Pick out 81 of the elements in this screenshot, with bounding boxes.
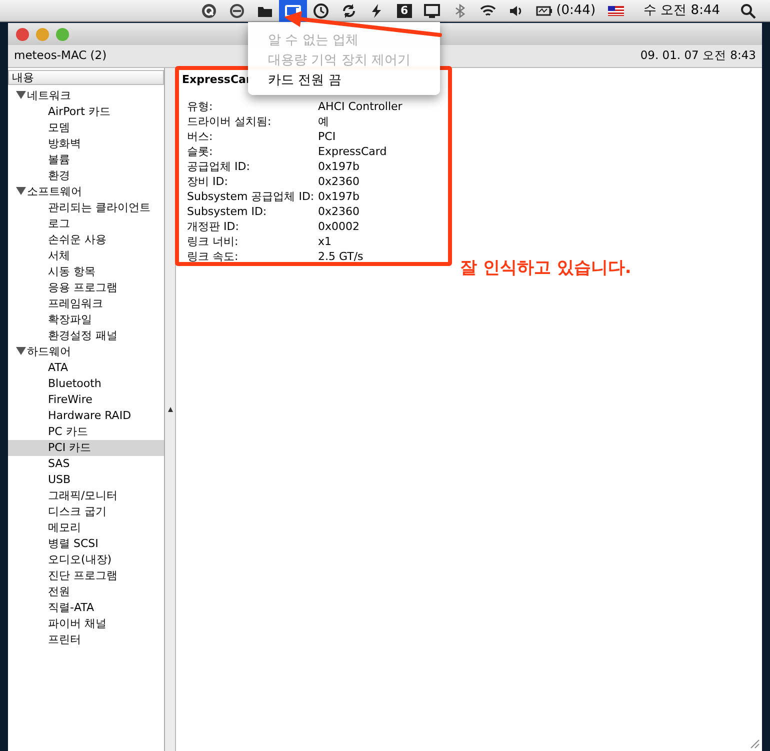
property-value: 0x2360 [318,204,361,219]
report-date: 09. 01. 07 오전 8:43 [640,47,756,64]
disclosure-triangle-icon[interactable] [16,347,26,355]
sidebar-category[interactable]: 네트워크 [27,89,71,102]
property-label: 장비 ID: [187,174,229,189]
property-label: Subsystem ID: [187,204,268,219]
sidebar-item[interactable]: 모뎀 [8,120,164,136]
status-number-icon[interactable]: 6 [396,4,412,18]
property-label: 슬롯: [187,144,214,159]
close-button[interactable] [16,28,29,40]
sidebar-item[interactable]: 관리되는 클라이언트 [8,200,164,216]
sidebar-item[interactable]: 전원 [8,584,164,600]
sidebar-item[interactable]: 직렬-ATA [8,600,164,616]
sidebar-item[interactable]: 프레임워크 [8,296,164,312]
expresscard-icon [284,2,301,18]
property-label: 개정판 ID: [187,219,240,234]
splitter-handle-icon[interactable] [168,407,172,412]
sidebar-item[interactable]: 프린터 [8,632,164,648]
sidebar-item[interactable]: PCI 카드 [8,440,164,456]
wifi-icon[interactable] [480,2,496,18]
sidebar-category[interactable]: 하드웨어 [27,345,71,358]
sidebar-item[interactable]: SAS [8,456,164,472]
sidebar-item[interactable]: 확장파일 [8,312,164,328]
menu-item: 대용량 기억 장치 제어기 [267,52,412,70]
property-value: 예 [318,114,330,129]
property-value: ExpressCard [318,144,388,159]
property-label: 링크 너비: [187,234,240,249]
sidebar-item[interactable]: 시동 항목 [8,264,164,280]
property-value: PCI [318,129,337,144]
sidebar-item[interactable]: 응용 프로그램 [8,280,164,296]
property-label: 공급업체 ID: [187,159,251,174]
menubar-clock[interactable]: 수 오전 8:44 [644,0,720,20]
sidebar-item[interactable]: 오디오(내장) [8,552,164,568]
display-icon[interactable] [424,2,440,18]
property-value: 0x197b [318,189,360,204]
sidebar-item[interactable]: PC 카드 [8,424,164,440]
sidebar-item[interactable]: 방화벽 [8,136,164,152]
minus-circle-icon[interactable] [228,2,245,18]
property-value: 0x2360 [318,174,361,189]
property-label: 드라이버 설치됨: [187,114,272,129]
sidebar-item[interactable]: USB [8,472,164,488]
clock-icon[interactable] [312,2,329,18]
property-label: Subsystem 공급업체 ID: [187,189,316,204]
sidebar-item[interactable]: ATA [8,360,164,376]
disclosure-triangle-icon[interactable] [16,91,26,99]
sync-icon[interactable] [340,2,357,18]
sidebar-item[interactable]: 파이버 채널 [8,616,164,632]
sidebar-header: 내용 [8,70,164,85]
sidebar-item[interactable]: 손쉬운 사용 [8,232,164,248]
sidebar-item[interactable]: Hardware RAID [8,408,164,424]
sidebar-item[interactable]: 볼륨 [8,152,164,168]
sidebar-item[interactable]: AirPort 카드 [8,104,164,120]
sidebar-item[interactable]: 서체 [8,248,164,264]
sidebar-item[interactable]: 로그 [8,216,164,232]
sidebar-item[interactable]: 그래픽/모니터 [8,488,164,504]
sidebar-item[interactable]: Bluetooth [8,376,164,392]
disclosure-triangle-icon[interactable] [16,187,26,195]
sidebar-item[interactable]: 진단 프로그램 [8,568,164,584]
content-title: ExpressCar [182,72,252,87]
sidebar-item[interactable]: 디스크 굽기 [8,504,164,520]
sidebar-item[interactable]: 환경 [8,168,164,184]
sidebar-item[interactable]: 병렬 SCSI [8,536,164,552]
sidebar-item[interactable]: 환경설정 패널 [8,328,164,344]
property-label: 버스: [187,129,214,144]
property-label: 링크 속도: [187,249,240,264]
q-circle-icon[interactable] [200,2,217,18]
sidebar-item[interactable]: 메모리 [8,520,164,536]
property-value: x1 [318,234,333,249]
sidebar-item[interactable]: FireWire [8,392,164,408]
computer-name: meteos-MAC (2) [14,47,107,64]
resize-grip-icon[interactable] [750,739,760,749]
property-value: 2.5 GT/s [318,249,364,264]
menu-item: 알 수 없는 업체 [267,32,360,50]
battery-time: (0:44) [556,2,596,20]
property-value: 0x0002 [318,219,361,234]
property-label: 유형: [187,99,214,114]
annotation-text: 잘 인식하고 있습니다. [460,257,632,280]
property-value: AHCI Controller [318,99,404,114]
property-value: 0x197b [318,159,360,174]
search-icon[interactable] [740,2,756,18]
sidebar-category[interactable]: 소프트웨어 [27,185,82,198]
